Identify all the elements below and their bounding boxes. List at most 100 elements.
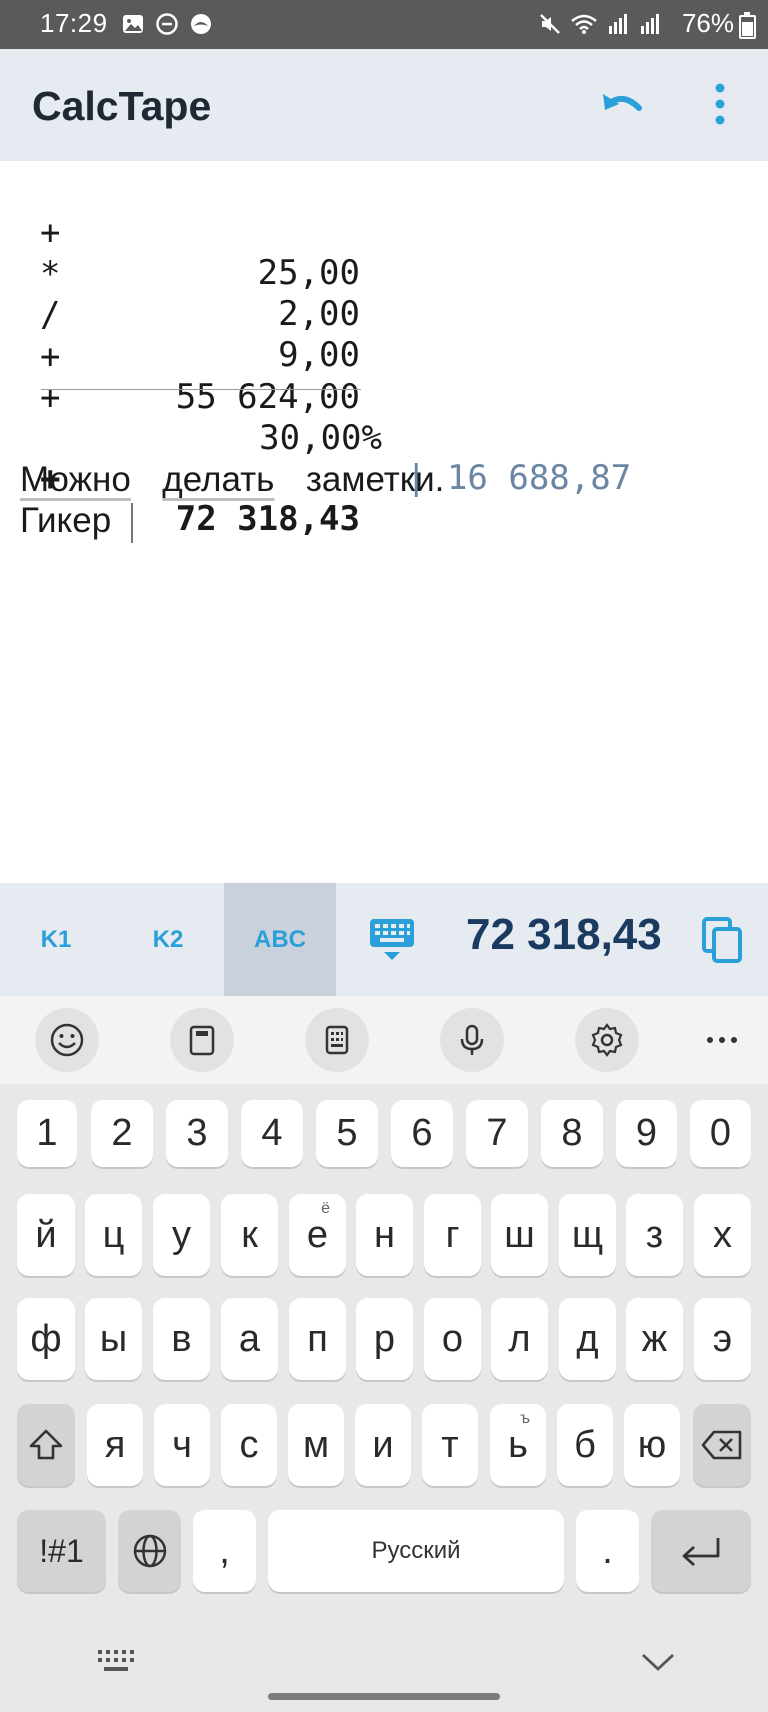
- app-notification-icon: [191, 14, 211, 34]
- clipboard-button[interactable]: [170, 1008, 234, 1072]
- globe-icon: [133, 1534, 166, 1568]
- undo-button[interactable]: [597, 82, 649, 134]
- key-letter[interactable]: р: [356, 1298, 413, 1380]
- key-main-char: ь: [508, 1423, 528, 1466]
- key-letter[interactable]: щ: [559, 1194, 616, 1276]
- key-letter[interactable]: к: [221, 1194, 278, 1276]
- key-4[interactable]: 4: [241, 1100, 303, 1167]
- keyboard-toolbar: [0, 996, 768, 1084]
- battery-percent: 76%: [681, 8, 734, 38]
- key-letter[interactable]: ж: [626, 1298, 683, 1380]
- keyboard-small-icon: [98, 1650, 134, 1671]
- note-line: Гикер: [20, 501, 134, 543]
- voice-input-button[interactable]: [440, 1008, 504, 1072]
- key-letter[interactable]: с: [221, 1404, 277, 1486]
- key-7[interactable]: 7: [466, 1100, 528, 1167]
- backspace-icon: [701, 1430, 742, 1460]
- tab-k1[interactable]: K1: [0, 883, 112, 996]
- key-letter[interactable]: н: [356, 1194, 413, 1276]
- note-word: делать: [162, 460, 275, 499]
- key-main-char: е: [306, 1213, 329, 1256]
- key-letter[interactable]: п: [289, 1298, 346, 1380]
- key-9[interactable]: 9: [616, 1100, 677, 1167]
- emoji-icon: [50, 1023, 84, 1057]
- space-key[interactable]: Русский: [268, 1510, 564, 1592]
- tab-abc[interactable]: ABC: [224, 883, 336, 996]
- shift-key[interactable]: [17, 1404, 75, 1486]
- key-letter[interactable]: э: [694, 1298, 751, 1380]
- tape-editor[interactable]: + 25,00 * 2,00 / 9,00 + 55 624,00 + 30,0…: [0, 161, 768, 883]
- note-line: Можно делать заметки.: [20, 460, 444, 500]
- key-letter[interactable]: у: [153, 1194, 210, 1276]
- keyboard-toggle-button[interactable]: [366, 917, 418, 963]
- keyboard-more-button[interactable]: [690, 1008, 754, 1072]
- result-value[interactable]: 72 318,43: [466, 910, 662, 960]
- note-word: заметки.: [305, 460, 445, 499]
- undo-icon: [603, 94, 642, 111]
- key-letter[interactable]: г: [424, 1194, 481, 1276]
- numpad-button[interactable]: [305, 1008, 369, 1072]
- clipboard-icon: [189, 1025, 215, 1056]
- home-indicator[interactable]: [268, 1693, 500, 1700]
- key-letter[interactable]: ч: [154, 1404, 210, 1486]
- signal-icon: [641, 14, 659, 34]
- calc-toolbar: K1 K2 ABC 72 318,43: [0, 883, 768, 996]
- settings-icon: [591, 1023, 623, 1057]
- collapse-keyboard-button[interactable]: [640, 1652, 676, 1672]
- key-letter[interactable]: я: [87, 1404, 143, 1486]
- keyboard-icon: [370, 919, 414, 960]
- copy-icon: [702, 917, 742, 963]
- tab-k2[interactable]: K2: [112, 883, 224, 996]
- key-letter[interactable]: з: [626, 1194, 683, 1276]
- key-letter[interactable]: и: [355, 1404, 411, 1486]
- key-letter[interactable]: ш: [491, 1194, 548, 1276]
- key-6[interactable]: 6: [391, 1100, 453, 1167]
- key-letter[interactable]: ф: [17, 1298, 75, 1380]
- key-letter[interactable]: й: [17, 1194, 75, 1276]
- key-letter[interactable]: а: [221, 1298, 278, 1380]
- more-vert-icon: [715, 83, 725, 125]
- key-letter[interactable]: д: [559, 1298, 616, 1380]
- key-5[interactable]: 5: [316, 1100, 378, 1167]
- key-3[interactable]: 3: [166, 1100, 228, 1167]
- symbols-key[interactable]: !#1: [17, 1510, 106, 1592]
- key-letter[interactable]: б: [557, 1404, 613, 1486]
- key-0[interactable]: 0: [690, 1100, 751, 1167]
- key-hint: ё: [321, 1200, 330, 1217]
- mic-icon: [460, 1024, 484, 1055]
- enter-key[interactable]: [651, 1510, 751, 1592]
- key-letter-soft-sign[interactable]: ь ъ: [490, 1404, 546, 1486]
- comma-key[interactable]: ,: [193, 1510, 256, 1592]
- key-letter[interactable]: х: [694, 1194, 751, 1276]
- period-key[interactable]: .: [576, 1510, 639, 1592]
- do-not-disturb-icon: [156, 13, 178, 35]
- status-right-icons: [538, 12, 662, 36]
- app-bar: CalcTape: [0, 49, 768, 161]
- keyboard-settings-button[interactable]: [575, 1008, 639, 1072]
- key-8[interactable]: 8: [541, 1100, 603, 1167]
- backspace-key[interactable]: [693, 1404, 751, 1486]
- key-letter[interactable]: о: [424, 1298, 481, 1380]
- note-text: Гикер: [20, 501, 112, 540]
- key-letter[interactable]: л: [491, 1298, 548, 1380]
- key-letter[interactable]: ю: [624, 1404, 680, 1486]
- key-letter[interactable]: м: [288, 1404, 344, 1486]
- tape-total-value: 72 318,43: [175, 499, 360, 539]
- more-options-button[interactable]: [706, 80, 734, 130]
- key-2[interactable]: 2: [91, 1100, 153, 1167]
- battery-icon: [739, 12, 756, 39]
- key-letter[interactable]: в: [153, 1298, 210, 1380]
- key-1[interactable]: 1: [17, 1100, 77, 1167]
- chevron-down-icon: [642, 1653, 674, 1671]
- enter-icon: [682, 1538, 720, 1567]
- key-letter[interactable]: т: [422, 1404, 478, 1486]
- key-letter-e[interactable]: е ё: [289, 1194, 346, 1276]
- status-bar: 17:29 76%: [0, 0, 768, 49]
- more-horiz-icon: [707, 1037, 737, 1043]
- copy-button[interactable]: [702, 917, 744, 965]
- language-key[interactable]: [118, 1510, 181, 1592]
- emoji-button[interactable]: [35, 1008, 99, 1072]
- key-letter[interactable]: ы: [85, 1298, 142, 1380]
- hide-keyboard-button[interactable]: [96, 1648, 136, 1674]
- key-letter[interactable]: ц: [85, 1194, 142, 1276]
